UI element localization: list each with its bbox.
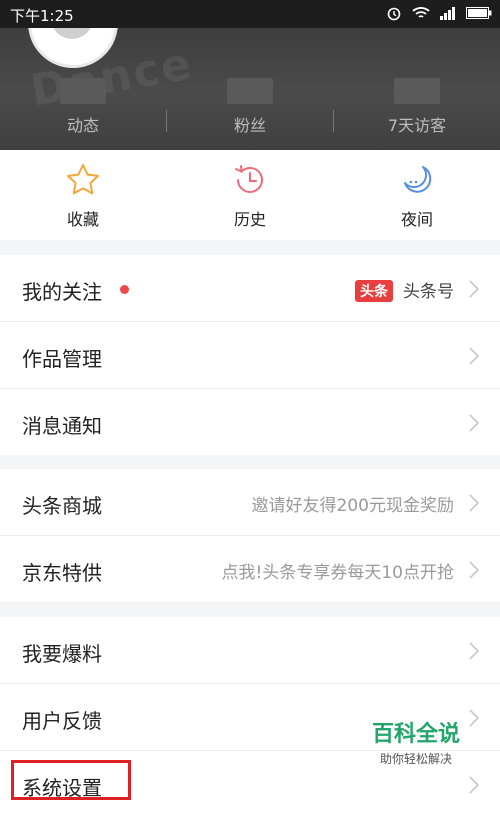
- chevron-right-icon: [469, 414, 480, 432]
- stat-label: 7天访客: [387, 116, 447, 135]
- stat-label: 动态: [66, 116, 99, 135]
- menu-item-label: 作品管理: [22, 347, 102, 371]
- notification-dot: [120, 285, 129, 294]
- menu-item-label: 京东特供: [22, 561, 102, 585]
- menu-item-my-follows[interactable]: 我的关注 头条 头条号: [0, 255, 500, 322]
- menu-item-label: 我要爆料: [22, 642, 102, 666]
- menu-item-report-news[interactable]: 我要爆料: [0, 617, 500, 684]
- history-button[interactable]: 历史: [167, 162, 333, 230]
- menu-group-1: 我的关注 头条 头条号 作品管理 消息通知: [0, 255, 500, 455]
- history-label: 历史: [233, 210, 266, 229]
- menu-item-toutiao-mall[interactable]: 头条商城 邀请好友得200元现金奖励: [0, 469, 500, 536]
- site-watermark: 百科全说 助你轻松解决: [372, 716, 460, 767]
- night-mode-label: 夜间: [400, 210, 433, 229]
- menu-item-label: 用户反馈: [22, 709, 102, 733]
- chevron-right-icon: [469, 709, 480, 727]
- menu-item-jd-special[interactable]: 京东特供 点我!头条专享券每天10点开抢: [0, 536, 500, 602]
- chevron-right-icon: [469, 494, 480, 512]
- menu-item-label: 我的关注: [22, 280, 102, 304]
- menu-item-promo: 点我!头条专享券每天10点开抢: [221, 563, 454, 583]
- menu-item-label: 头条商城: [22, 494, 102, 518]
- chevron-right-icon: [469, 280, 480, 298]
- status-icons: [386, 5, 492, 21]
- watermark-title: 百科全说: [371, 722, 460, 747]
- stat-fans[interactable]: 粉丝: [167, 78, 333, 136]
- toutiao-badge: 头条: [355, 280, 393, 302]
- quick-actions: 收藏 历史 夜间: [0, 150, 500, 240]
- stat-label: 粉丝: [233, 116, 266, 135]
- profile-header: Dance 动态 粉丝 7天访客: [0, 28, 500, 150]
- chevron-right-icon: [469, 561, 480, 579]
- status-bar: 下午1:25: [0, 0, 500, 28]
- menu-item-works-management[interactable]: 作品管理: [0, 322, 500, 389]
- favorites-label: 收藏: [66, 210, 99, 229]
- stat-visitors[interactable]: 7天访客: [334, 78, 500, 136]
- chevron-right-icon: [469, 347, 480, 365]
- chevron-right-icon: [469, 642, 480, 660]
- star-icon: [67, 164, 99, 195]
- battery-icon: [466, 7, 492, 19]
- moon-icon: [404, 166, 432, 193]
- highlight-box: [11, 760, 131, 800]
- menu-item-notifications[interactable]: 消息通知: [0, 389, 500, 455]
- stat-value-blurred: [60, 78, 106, 104]
- status-time: 下午1:25: [10, 7, 74, 25]
- stat-value-blurred: [394, 78, 440, 104]
- alarm-icon: [387, 7, 401, 21]
- wifi-icon: [412, 7, 430, 18]
- menu-item-promo: 邀请好友得200元现金奖励: [251, 496, 454, 516]
- night-mode-button[interactable]: 夜间: [334, 162, 500, 230]
- clock-icon: [235, 165, 263, 193]
- stat-value-blurred: [227, 78, 273, 104]
- favorites-button[interactable]: 收藏: [0, 162, 166, 230]
- menu-item-label: 消息通知: [22, 414, 102, 438]
- menu-group-2: 头条商城 邀请好友得200元现金奖励 京东特供 点我!头条专享券每天10点开抢: [0, 469, 500, 602]
- stat-dynamics[interactable]: 动态: [0, 78, 166, 136]
- menu-item-extra: 头条 头条号: [355, 277, 454, 302]
- menu-item-extra-text: 头条号: [403, 282, 454, 302]
- signal-icon: [440, 7, 455, 20]
- watermark-subtitle: 助你轻松解决: [379, 752, 452, 766]
- chevron-right-icon: [469, 776, 480, 794]
